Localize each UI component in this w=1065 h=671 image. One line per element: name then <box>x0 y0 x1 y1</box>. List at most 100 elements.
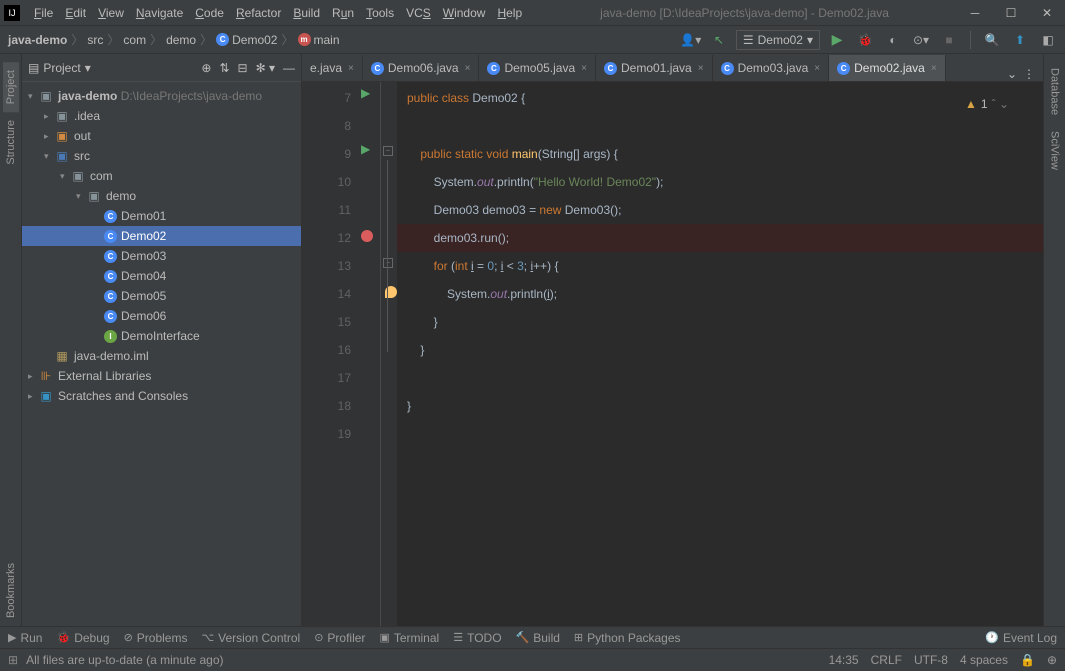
tw-vcs[interactable]: ⌥ Version Control <box>201 631 300 645</box>
breakpoint-icon[interactable] <box>361 230 373 242</box>
crumb-class[interactable]: CDemo02 <box>214 33 279 47</box>
tab-dropdown-icon[interactable]: ⌄ <box>1007 67 1017 81</box>
tw-terminal[interactable]: ▣ Terminal <box>379 631 439 645</box>
menu-navigate[interactable]: Navigate <box>130 4 189 22</box>
expand-all-icon[interactable]: ⇅ <box>219 61 229 75</box>
tree-idea[interactable]: ▸▣.idea <box>22 106 301 126</box>
tab-database[interactable]: Database <box>1047 60 1063 123</box>
close-icon[interactable]: × <box>698 63 704 74</box>
back-icon[interactable]: ↖ <box>708 29 730 51</box>
tw-build[interactable]: 🔨 Build <box>516 631 560 645</box>
tree-iml[interactable]: ▦java-demo.iml <box>22 346 301 366</box>
tree-com[interactable]: ▾▣com <box>22 166 301 186</box>
status-ide-icon[interactable]: ⊕ <box>1047 653 1057 667</box>
select-opened-icon[interactable]: ⊕ <box>201 61 211 75</box>
tab-demo02[interactable]: CDemo02.java× <box>829 55 946 81</box>
tree-iface[interactable]: IDemoInterface <box>22 326 301 346</box>
ide-icon[interactable]: ◧ <box>1037 29 1059 51</box>
tree-src[interactable]: ▾▣src <box>22 146 301 166</box>
tree-out[interactable]: ▸▣out <box>22 126 301 146</box>
class-icon: C <box>104 230 117 243</box>
tw-debug[interactable]: 🐞 Debug <box>56 631 109 645</box>
status-toggle-icon[interactable]: ⊞ <box>8 653 18 667</box>
update-icon[interactable]: ⬆ <box>1009 29 1031 51</box>
menu-file[interactable]: File <box>28 4 59 22</box>
tree-root[interactable]: ▾▣java-demo D:\IdeaProjects\java-demo <box>22 86 301 106</box>
tab-structure[interactable]: Structure <box>3 112 19 173</box>
close-button[interactable]: ✕ <box>1033 3 1061 23</box>
tab-partial[interactable]: e.java× <box>302 55 363 81</box>
tree-demo06[interactable]: CDemo06 <box>22 306 301 326</box>
menu-run[interactable]: Run <box>326 4 360 22</box>
hide-icon[interactable]: — <box>283 61 295 75</box>
debug-button[interactable]: 🐞 <box>854 29 876 51</box>
menu-help[interactable]: Help <box>491 4 528 22</box>
menu-refactor[interactable]: Refactor <box>230 4 287 22</box>
run-button[interactable]: ▶ <box>826 29 848 51</box>
status-encoding[interactable]: UTF-8 <box>914 653 948 667</box>
maximize-button[interactable]: ☐ <box>997 3 1025 23</box>
crumb-project[interactable]: java-demo <box>6 33 69 47</box>
run-config-selector[interactable]: ☰ Demo02 ▾ <box>736 30 820 50</box>
tab-bookmarks[interactable]: Bookmarks <box>3 555 19 626</box>
tab-demo03[interactable]: CDemo03.java× <box>713 55 830 81</box>
sidebar-title[interactable]: ▤ Project ▾ <box>28 61 91 75</box>
tree-demo02[interactable]: CDemo02 <box>22 226 301 246</box>
tw-eventlog[interactable]: 🕐 Event Log <box>985 631 1057 645</box>
tab-demo06[interactable]: CDemo06.java× <box>363 55 480 81</box>
tree-scratches[interactable]: ▸▣Scratches and Consoles <box>22 386 301 406</box>
run-gutter-icon[interactable]: ▶ <box>361 86 370 100</box>
status-line-ending[interactable]: CRLF <box>871 653 902 667</box>
close-icon[interactable]: × <box>465 63 471 74</box>
status-lock-icon[interactable]: 🔒 <box>1020 653 1035 667</box>
menu-edit[interactable]: Edit <box>59 4 92 22</box>
close-icon[interactable]: × <box>931 63 937 74</box>
menu-tools[interactable]: Tools <box>360 4 400 22</box>
run-gutter-icon[interactable]: ▶ <box>361 142 370 156</box>
crumb-method[interactable]: mmain <box>296 33 342 47</box>
close-icon[interactable]: × <box>581 63 587 74</box>
tree-demo05[interactable]: CDemo05 <box>22 286 301 306</box>
menu-vcs[interactable]: VCS <box>400 4 437 22</box>
warning-icon: ▲ <box>965 90 977 118</box>
tab-demo01[interactable]: CDemo01.java× <box>596 55 713 81</box>
search-icon[interactable]: 🔍 <box>981 29 1003 51</box>
close-icon[interactable]: × <box>348 63 354 74</box>
tab-menu-icon[interactable]: ⋮ <box>1023 67 1035 81</box>
tree-demo01[interactable]: CDemo01 <box>22 206 301 226</box>
status-position[interactable]: 14:35 <box>829 653 859 667</box>
stop-button[interactable]: ■ <box>938 29 960 51</box>
fold-icon[interactable]: − <box>383 146 393 156</box>
tw-python[interactable]: ⊞ Python Packages <box>574 631 681 645</box>
tw-profiler[interactable]: ⊙ Profiler <box>314 631 365 645</box>
menu-view[interactable]: View <box>92 4 130 22</box>
menu-window[interactable]: Window <box>437 4 492 22</box>
collapse-all-icon[interactable]: ⊟ <box>238 61 248 75</box>
crumb-demo[interactable]: demo <box>164 33 198 47</box>
coverage-button[interactable]: ◐ <box>882 29 904 51</box>
tree-demo03[interactable]: CDemo03 <box>22 246 301 266</box>
minimize-button[interactable]: ─ <box>961 3 989 23</box>
code-editor[interactable]: ▲1 ˆ ⌄ public class Demo02 { public stat… <box>397 82 1043 626</box>
crumb-src[interactable]: src <box>85 33 105 47</box>
menu-build[interactable]: Build <box>287 4 326 22</box>
tw-todo[interactable]: ☰ TODO <box>453 631 501 645</box>
crumb-com[interactable]: com <box>121 33 148 47</box>
menu-code[interactable]: Code <box>189 4 230 22</box>
inspection-badge[interactable]: ▲1 ˆ ⌄ <box>961 88 1013 120</box>
tab-project[interactable]: Project <box>3 62 19 112</box>
status-indent[interactable]: 4 spaces <box>960 653 1008 667</box>
tab-demo05[interactable]: CDemo05.java× <box>479 55 596 81</box>
tree-demo04[interactable]: CDemo04 <box>22 266 301 286</box>
tree-demo[interactable]: ▾▣demo <box>22 186 301 206</box>
method-icon: m <box>298 33 311 46</box>
profiler-button[interactable]: ⊙▾ <box>910 29 932 51</box>
tw-run[interactable]: ▶ Run <box>8 631 42 645</box>
user-icon[interactable]: 👤▾ <box>680 29 702 51</box>
settings-icon[interactable]: ✻ ▾ <box>256 61 275 75</box>
close-icon[interactable]: × <box>814 63 820 74</box>
tw-problems[interactable]: ⊘ Problems <box>124 631 188 645</box>
fold-icon[interactable]: − <box>383 258 393 268</box>
tree-ext-libs[interactable]: ▸⊪External Libraries <box>22 366 301 386</box>
tab-sciview[interactable]: SciView <box>1047 123 1063 178</box>
